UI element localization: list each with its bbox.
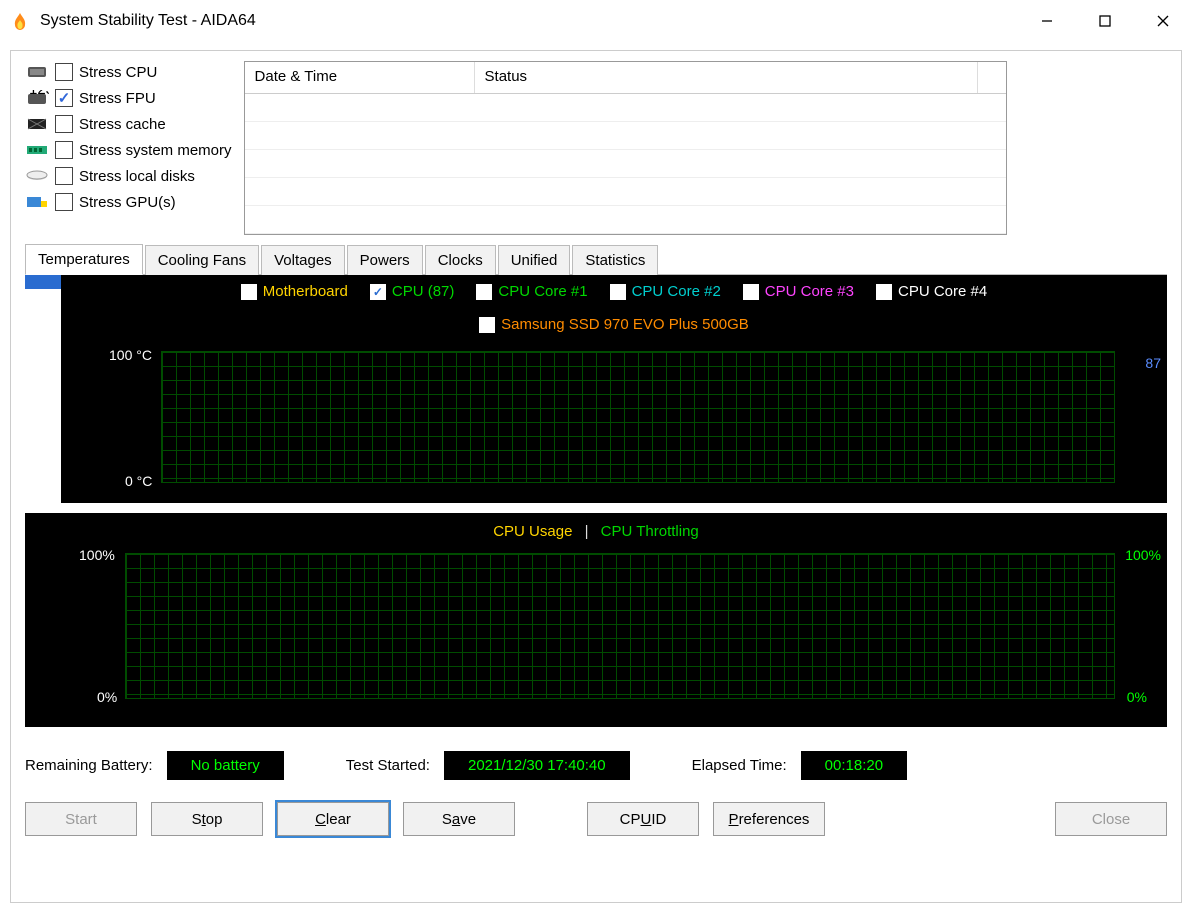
temp-axis-top: 100 °C: [109, 347, 152, 363]
disk-icon: [25, 167, 49, 185]
svg-text:123: 123: [29, 90, 49, 98]
tab-temperatures[interactable]: Temperatures: [25, 244, 143, 275]
stress-gpu-label: Stress GPU(s): [79, 194, 176, 211]
stress-gpu-row: Stress GPU(s): [25, 193, 232, 211]
usage-axis-left-top: 100%: [79, 547, 115, 563]
test-started-label: Test Started:: [346, 757, 430, 774]
elapsed-label: Elapsed Time:: [692, 757, 787, 774]
status-strip: Remaining Battery: No battery Test Start…: [25, 751, 1167, 780]
maximize-button[interactable]: [1076, 0, 1134, 42]
usage-axis-right-bottom: 0%: [1127, 689, 1147, 705]
log-table-header: Date & Time Status: [245, 62, 1006, 94]
battery-value: No battery: [167, 751, 284, 780]
stress-cache-label: Stress cache: [79, 116, 166, 133]
left-gutter: [25, 275, 61, 513]
temp-axis-bottom: 0 °C: [125, 473, 152, 489]
usage-plot: [125, 553, 1115, 699]
stress-memory-row: Stress system memory: [25, 141, 232, 159]
start-button[interactable]: Start: [25, 802, 137, 836]
series-cpu-core-3[interactable]: CPU Core #3: [743, 283, 854, 300]
log-col-spacer: [978, 62, 1006, 93]
app-icon: [10, 11, 30, 31]
stress-fpu-row: 123 Stress FPU: [25, 89, 232, 107]
title-bar: System Stability Test - AIDA64: [0, 0, 1192, 42]
stress-cache-row: Stress cache: [25, 115, 232, 133]
gpu-icon: [25, 193, 49, 211]
tab-cooling-fans[interactable]: Cooling Fans: [145, 245, 259, 275]
log-col-status[interactable]: Status: [475, 62, 978, 93]
memory-icon: [25, 141, 49, 159]
gutter-marker-icon: [25, 275, 61, 289]
stress-cpu-checkbox[interactable]: [55, 63, 73, 81]
series-cpu-core-4[interactable]: CPU Core #4: [876, 283, 987, 300]
close-window-button[interactable]: [1134, 0, 1192, 42]
close-button[interactable]: Close: [1055, 802, 1167, 836]
minimize-button[interactable]: [1018, 0, 1076, 42]
usage-panel: CPU Usage | CPU Throttling 100% 0% 100% …: [25, 513, 1167, 727]
usage-title: CPU Usage | CPU Throttling: [25, 513, 1167, 540]
series-ssd[interactable]: Samsung SSD 970 EVO Plus 500GB: [61, 316, 1167, 333]
stress-memory-label: Stress system memory: [79, 142, 232, 159]
stress-cpu-label: Stress CPU: [79, 64, 157, 81]
cpu-chip-icon: [25, 63, 49, 81]
series-cpu[interactable]: CPU (87): [370, 283, 455, 300]
temperatures-plot: [161, 351, 1115, 483]
stress-disk-label: Stress local disks: [79, 168, 195, 185]
tab-clocks[interactable]: Clocks: [425, 245, 496, 275]
stress-fpu-checkbox[interactable]: [55, 89, 73, 107]
tab-unified[interactable]: Unified: [498, 245, 571, 275]
series-cpu-core-2[interactable]: CPU Core #2: [610, 283, 721, 300]
save-button[interactable]: Save: [403, 802, 515, 836]
stress-options: Stress CPU 123 Stress FPU Stress cache S…: [25, 61, 232, 235]
stress-cache-checkbox[interactable]: [55, 115, 73, 133]
window-title: System Stability Test - AIDA64: [40, 12, 1018, 30]
elapsed-value: 00:18:20: [801, 751, 907, 780]
tab-voltages[interactable]: Voltages: [261, 245, 345, 275]
log-table-body: [245, 94, 1006, 234]
stress-gpu-checkbox[interactable]: [55, 193, 73, 211]
usage-axis-right-top: 100%: [1125, 547, 1161, 563]
series-cpu-core-1[interactable]: CPU Core #1: [476, 283, 587, 300]
cpuid-button[interactable]: CPUID: [587, 802, 699, 836]
usage-label-cpu-throttling: CPU Throttling: [601, 523, 699, 540]
button-bar: Start Stop Clear Save CPUID Preferences …: [25, 802, 1167, 836]
stress-memory-checkbox[interactable]: [55, 141, 73, 159]
stress-fpu-label: Stress FPU: [79, 90, 156, 107]
battery-label: Remaining Battery:: [25, 757, 153, 774]
usage-axis-left-bottom: 0%: [97, 689, 117, 705]
temperatures-area: Motherboard CPU (87) CPU Core #1 CPU Cor…: [25, 275, 1167, 513]
series-motherboard[interactable]: Motherboard: [241, 283, 348, 300]
log-col-datetime[interactable]: Date & Time: [245, 62, 475, 93]
preferences-button[interactable]: Preferences: [713, 802, 825, 836]
stop-button[interactable]: Stop: [151, 802, 263, 836]
fpu-chip-icon: 123: [25, 89, 49, 107]
log-table[interactable]: Date & Time Status: [244, 61, 1007, 235]
tab-powers[interactable]: Powers: [347, 245, 423, 275]
temperatures-panel: Motherboard CPU (87) CPU Core #1 CPU Cor…: [61, 275, 1167, 503]
temp-axis-right-marker: 87: [1145, 355, 1161, 371]
test-started-value: 2021/12/30 17:40:40: [444, 751, 630, 780]
usage-label-cpu-usage: CPU Usage: [493, 523, 572, 540]
tab-strip: Temperatures Cooling Fans Voltages Power…: [25, 243, 1167, 275]
stress-disk-row: Stress local disks: [25, 167, 232, 185]
cache-chip-icon: [25, 115, 49, 133]
temp-series-legend: Motherboard CPU (87) CPU Core #1 CPU Cor…: [61, 275, 1167, 333]
main-groupbox: Stress CPU 123 Stress FPU Stress cache S…: [10, 50, 1182, 903]
stress-cpu-row: Stress CPU: [25, 63, 232, 81]
stress-disk-checkbox[interactable]: [55, 167, 73, 185]
tab-statistics[interactable]: Statistics: [572, 245, 658, 275]
clear-button[interactable]: Clear: [277, 802, 389, 836]
